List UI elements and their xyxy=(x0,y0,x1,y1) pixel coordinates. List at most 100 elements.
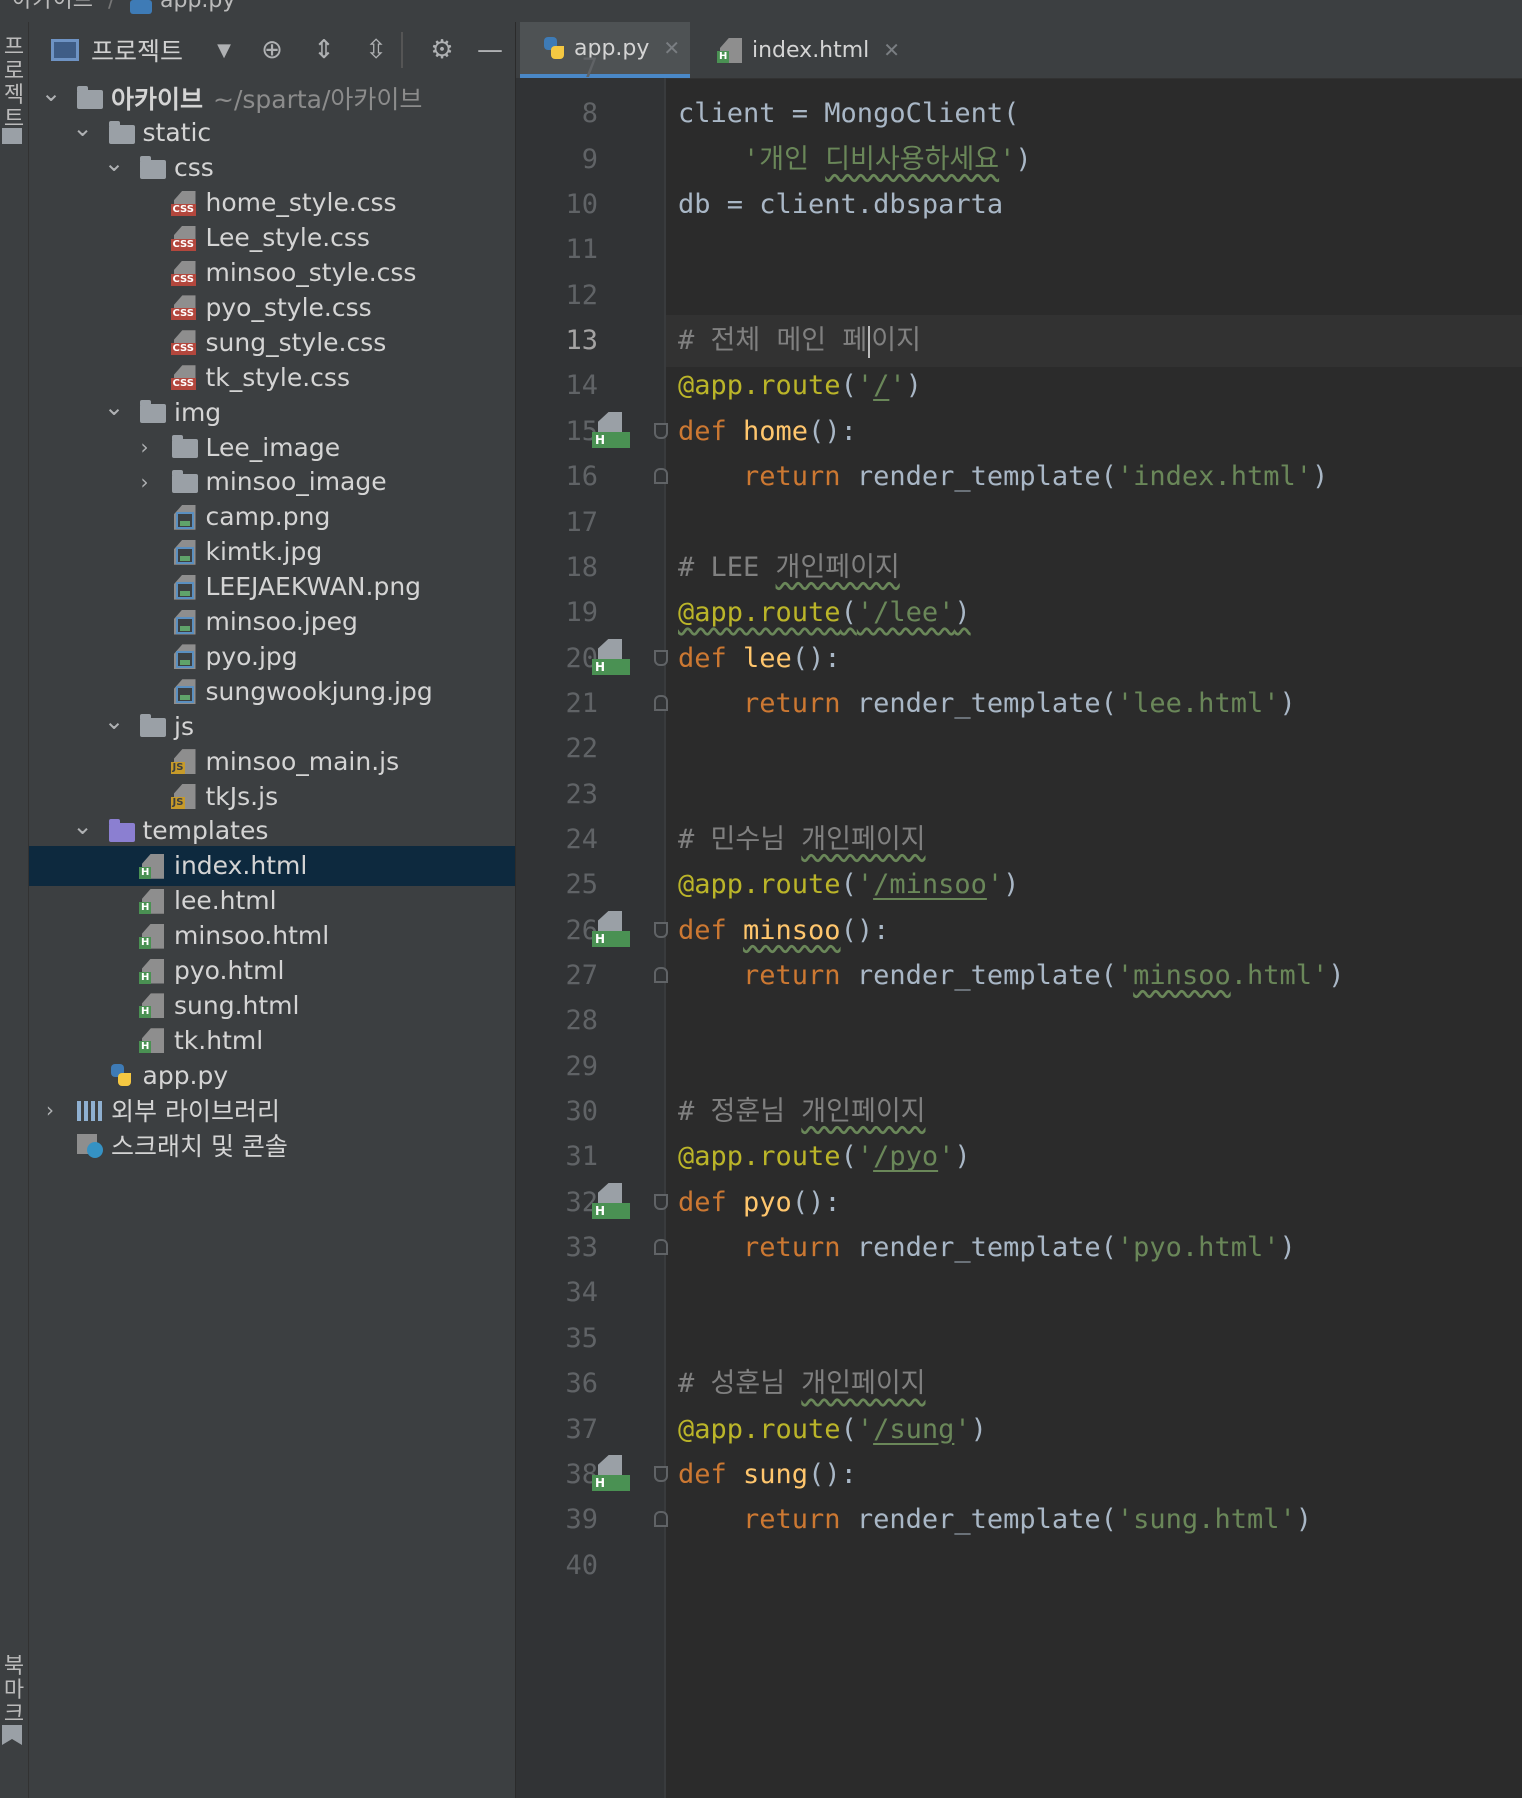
navigate-template-icon[interactable]: H xyxy=(592,910,630,949)
line-number: 24 xyxy=(565,823,598,855)
code-line[interactable]: 15 Hdef home(): xyxy=(516,406,1522,458)
code-line[interactable]: 13 # 전체 메인 페 이지 xyxy=(516,315,1522,367)
code-line[interactable]: 28 xyxy=(516,995,1522,1047)
fold-start-icon[interactable] xyxy=(654,1193,668,1210)
code-text: @app.route('/minsoo') xyxy=(678,859,1019,911)
code-line[interactable]: 26 Hdef minsoo(): xyxy=(516,905,1522,957)
chevron-down-icon[interactable]: ⌄ xyxy=(104,151,124,175)
code-token: def xyxy=(678,914,744,946)
expand-all-icon[interactable]: ⇕ xyxy=(303,26,345,74)
css-file-icon: CSS xyxy=(170,294,198,321)
code-line[interactable]: 30 # 정훈님 개인페이지 xyxy=(516,1086,1522,1138)
chevron-down-icon[interactable]: ⌄ xyxy=(73,814,93,838)
tree-item-label: 아카이브 xyxy=(111,85,204,114)
tree-item-path: ~/sparta/아카이브 xyxy=(213,85,423,114)
code-token: sung xyxy=(743,1458,809,1490)
code-line[interactable]: 11 xyxy=(516,224,1522,276)
code-line[interactable]: 27 return render_template('minsoo.html') xyxy=(516,950,1522,1002)
tree-item-label: Lee_image xyxy=(205,432,341,462)
code-token: /pyo xyxy=(873,1141,939,1173)
python-file-icon xyxy=(107,1062,135,1088)
text-caret xyxy=(868,325,871,358)
code-line[interactable]: 22 xyxy=(516,723,1522,775)
collapse-all-icon[interactable]: ⇳ xyxy=(355,26,397,74)
code-line[interactable]: 36 # 성훈님 개인페이지 xyxy=(516,1358,1522,1410)
tree-item-스크래치-및-콘솔[interactable]: ›스크래치 및 콘솔 xyxy=(29,1125,515,1165)
line-number: 21 xyxy=(565,687,598,719)
image-file-icon xyxy=(170,643,198,670)
bookmarks-stripe-button[interactable]: 북마크 xyxy=(2,1655,26,1727)
code-line[interactable]: 16 return render_template('index.html') xyxy=(516,451,1522,503)
code-line[interactable]: 37 @app.route('/sung') xyxy=(516,1404,1522,1456)
folder-icon xyxy=(107,120,135,146)
code-line[interactable]: 34 xyxy=(516,1267,1522,1319)
hide-panel-icon[interactable]: — xyxy=(469,26,511,74)
code-line[interactable]: 10 db = client.dbsparta xyxy=(516,179,1522,231)
css-file-icon: CSS xyxy=(170,225,198,251)
code-line[interactable]: 17 xyxy=(516,497,1522,549)
tree-item-label: kimtk.jpg xyxy=(205,537,323,567)
code-line[interactable]: 38 Hdef sung(): xyxy=(516,1449,1522,1501)
code-line[interactable]: 29 xyxy=(516,1041,1522,1093)
breadcrumb-file[interactable]: app.py xyxy=(160,0,235,12)
code-token: render_template( xyxy=(856,461,1117,493)
fold-end-icon[interactable] xyxy=(654,694,668,711)
line-number: 26 xyxy=(565,914,598,946)
code-line[interactable]: 32 Hdef pyo(): xyxy=(516,1177,1522,1229)
code-token: (): xyxy=(791,642,841,674)
code-line[interactable]: 18 # LEE 개인페이지 xyxy=(516,542,1522,594)
code-line[interactable]: 19 @app.route('/lee') xyxy=(516,587,1522,639)
navigate-template-icon[interactable]: H xyxy=(592,1182,630,1221)
chevron-down-icon[interactable]: ⌄ xyxy=(73,116,93,140)
code-line[interactable]: 20 Hdef lee(): xyxy=(516,633,1522,685)
chevron-right-icon[interactable]: › xyxy=(136,435,154,459)
project-stripe-button[interactable]: 프로젝트 xyxy=(2,36,26,132)
chevron-down-icon[interactable]: ▼ xyxy=(207,26,241,74)
tree-item-label: 외부 라이브러리 xyxy=(111,1097,280,1127)
code-line[interactable]: 12 xyxy=(516,270,1522,322)
breadcrumb-folder[interactable]: 아카이브 xyxy=(12,0,93,12)
chevron-down-icon[interactable]: ⌄ xyxy=(104,709,124,733)
fold-start-icon[interactable] xyxy=(654,649,668,666)
fold-start-icon[interactable] xyxy=(654,921,668,938)
navigate-template-icon[interactable]: H xyxy=(592,1454,630,1493)
code-text: return render_template('pyo.html') xyxy=(678,1222,1296,1274)
code-text: # 정훈님 개인페이지 xyxy=(678,1086,926,1138)
chevron-down-icon[interactable]: ⌄ xyxy=(41,81,61,105)
code-line[interactable]: 23 xyxy=(516,769,1522,821)
code-line[interactable]: 9 '개인 디비사용하세요') xyxy=(516,134,1522,186)
code-token: ) xyxy=(1279,1232,1296,1264)
code-token: /sung xyxy=(873,1413,955,1445)
navigate-template-icon[interactable]: H xyxy=(592,411,630,450)
line-number: 14 xyxy=(565,370,598,402)
code-line[interactable]: 24 # 민수님 개인페이지 xyxy=(516,814,1522,866)
navigate-template-icon[interactable]: H xyxy=(592,638,630,677)
html-file-icon: H xyxy=(138,1027,166,1054)
code-line[interactable]: 40 xyxy=(516,1540,1522,1592)
code-line[interactable]: 21 return render_template('lee.html') xyxy=(516,678,1522,730)
chevron-right-icon[interactable]: › xyxy=(136,470,154,494)
code-line[interactable]: 25 @app.route('/minsoo') xyxy=(516,859,1522,911)
fold-start-icon[interactable] xyxy=(654,422,668,439)
code-line[interactable]: 8 client = MongoClient( xyxy=(516,88,1522,140)
code-line[interactable]: 7 xyxy=(516,43,1522,95)
code-line[interactable]: 33 return render_template('pyo.html') xyxy=(516,1222,1522,1274)
tree-item-label: img xyxy=(174,397,222,427)
fold-end-icon[interactable] xyxy=(654,967,668,983)
code-view[interactable]: 7 8 client = MongoClient(9 '개인 디비사용하세요') 10… xyxy=(516,53,1522,1798)
code-line[interactable]: 39 return render_template('sung.html') xyxy=(516,1494,1522,1546)
chevron-down-icon[interactable]: ⌄ xyxy=(104,395,124,419)
fold-start-icon[interactable] xyxy=(654,1465,668,1482)
code-line[interactable]: 35 xyxy=(516,1313,1522,1365)
line-number: 39 xyxy=(565,1504,598,1536)
locate-crosshair-icon[interactable]: ⊕ xyxy=(251,26,293,74)
fold-end-icon[interactable] xyxy=(654,1239,668,1256)
code-line[interactable]: 31 @app.route('/pyo') xyxy=(516,1131,1522,1183)
tree-item-label: minsoo_style.css xyxy=(205,258,417,287)
fold-end-icon[interactable] xyxy=(654,1511,668,1528)
gear-icon[interactable]: ⚙ xyxy=(421,26,463,74)
chevron-right-icon[interactable]: › xyxy=(41,1098,59,1122)
fold-end-icon[interactable] xyxy=(654,468,668,485)
code-line[interactable]: 14 @app.route('/') xyxy=(516,360,1522,412)
code-token: 개인페이지 xyxy=(801,1368,926,1400)
